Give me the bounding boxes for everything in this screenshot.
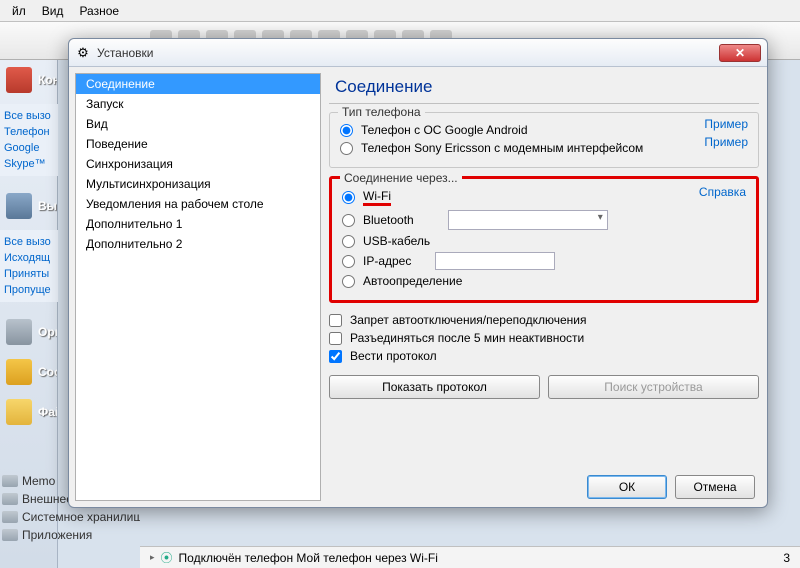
sidebar-item-label: Кон [38, 73, 57, 87]
menu-file[interactable]: йл [4, 4, 34, 18]
check-label: Вести протокол [350, 349, 437, 363]
folder-icon [6, 399, 32, 425]
link[interactable]: Skype™ [4, 156, 58, 172]
category-item[interactable]: Вид [76, 114, 320, 134]
link[interactable]: Все вызо [4, 234, 58, 250]
settings-dialog: ⚙ Установки ✕ Соединение Запуск Вид Пове… [68, 38, 768, 508]
menu-view[interactable]: Вид [34, 4, 72, 18]
panel-heading: Соединение [329, 73, 759, 104]
sidebar-item-label: Орг [38, 325, 57, 339]
drive-icon [2, 475, 18, 487]
radio-ip[interactable] [342, 255, 355, 268]
sidebar-item-files[interactable]: Фай [0, 392, 57, 432]
contacts-icon [6, 67, 32, 93]
close-icon: ✕ [735, 46, 745, 60]
category-item-connection[interactable]: Соединение [76, 74, 320, 94]
radio-label: IP-адрес [363, 254, 411, 268]
titlebar: ⚙ Установки ✕ [69, 39, 767, 67]
dialog-footer: ОК Отмена [587, 475, 755, 499]
organizer-icon [6, 319, 32, 345]
ip-input[interactable] [435, 252, 555, 270]
link[interactable]: Все вызо [4, 108, 58, 124]
radio-label: Телефон Sony Ericsson с модемным интерфе… [361, 141, 643, 155]
list-item[interactable]: Приложения [0, 526, 140, 544]
check-label: Запрет автоотключения/переподключения [350, 313, 586, 327]
category-item[interactable]: Синхронизация [76, 154, 320, 174]
list-item-label: Приложения [22, 528, 92, 542]
category-list[interactable]: Соединение Запуск Вид Поведение Синхрони… [75, 73, 321, 501]
category-item[interactable]: Мультисинхронизация [76, 174, 320, 194]
contact-links: Все вызо Телефон Google Skype™ [0, 104, 58, 176]
category-item[interactable]: Запуск [76, 94, 320, 114]
sidebar-item-contacts[interactable]: Кон [0, 60, 57, 100]
group-title: Тип телефона [338, 105, 425, 119]
link[interactable]: Телефон [4, 124, 58, 140]
radio-wifi[interactable] [342, 191, 355, 204]
drive-icon [2, 493, 18, 505]
check-disconnect-5min[interactable] [329, 332, 342, 345]
radio-bluetooth[interactable] [342, 214, 355, 227]
drive-icon [2, 529, 18, 541]
sidebar-item-label: Соо [38, 365, 57, 379]
radio-android[interactable] [340, 124, 353, 137]
check-log[interactable] [329, 350, 342, 363]
check-no-auto-disconnect[interactable] [329, 314, 342, 327]
example-link[interactable]: Пример [704, 117, 748, 131]
radio-label: Автоопределение [363, 274, 462, 288]
sidebar-item-label: Фай [38, 405, 57, 419]
example-link[interactable]: Пример [704, 135, 748, 149]
sidebar-item-calls[interactable]: Выз [0, 186, 57, 226]
connection-via-group: Соединение через... Справка Wi-Fi Blueto… [329, 176, 759, 303]
status-badge: 3 [783, 551, 790, 565]
radio-label: Телефон с ОС Google Android [361, 123, 528, 137]
settings-panel: Соединение Тип телефона Пример Пример Те… [321, 67, 767, 507]
search-device-button: Поиск устройства [548, 375, 759, 399]
ok-button[interactable]: ОК [587, 475, 667, 499]
category-item[interactable]: Уведомления на рабочем столе [76, 194, 320, 214]
wifi-icon: ⦿ [161, 549, 173, 566]
expand-icon[interactable]: ▸ [150, 552, 155, 563]
close-button[interactable]: ✕ [719, 44, 761, 62]
help-link[interactable]: Справка [699, 185, 746, 199]
radio-label: USB-кабель [363, 234, 430, 248]
radio-label-wifi: Wi-Fi [363, 189, 391, 206]
sidebar-item-organizer[interactable]: Орг [0, 312, 57, 352]
link[interactable]: Исходящ [4, 250, 58, 266]
category-item[interactable]: Поведение [76, 134, 320, 154]
sidebar-item-label: Выз [38, 199, 57, 213]
call-links: Все вызо Исходящ Приняты Пропуще [0, 230, 58, 302]
cancel-button[interactable]: Отмена [675, 475, 755, 499]
status-bar: ▸ ⦿ Подключён телефон Мой телефон через … [140, 546, 800, 568]
phone-icon [6, 193, 32, 219]
link[interactable]: Google [4, 140, 58, 156]
category-item[interactable]: Дополнительно 2 [76, 234, 320, 254]
radio-usb[interactable] [342, 235, 355, 248]
group-title: Соединение через... [340, 171, 462, 185]
dialog-title: Установки [97, 46, 719, 60]
mail-icon [6, 359, 32, 385]
radio-auto[interactable] [342, 275, 355, 288]
link[interactable]: Приняты [4, 266, 58, 282]
menubar: йл Вид Разное [0, 0, 800, 22]
radio-label: Bluetooth [363, 213, 414, 227]
settings-icon: ⚙ [75, 45, 91, 61]
radio-sony[interactable] [340, 142, 353, 155]
menu-misc[interactable]: Разное [71, 4, 127, 18]
link[interactable]: Пропуще [4, 282, 58, 298]
category-item[interactable]: Дополнительно 1 [76, 214, 320, 234]
phone-type-group: Тип телефона Пример Пример Телефон с ОС … [329, 112, 759, 168]
sidebar-item-messages[interactable]: Соо [0, 352, 57, 392]
list-item-label: Системное хранилище [22, 510, 140, 524]
drive-icon [2, 511, 18, 523]
list-item-label: Memo [22, 474, 55, 488]
list-item[interactable]: Системное хранилище [0, 508, 140, 526]
show-log-button[interactable]: Показать протокол [329, 375, 540, 399]
bluetooth-select[interactable] [448, 210, 608, 230]
check-label: Разъединяться после 5 мин неактивности [350, 331, 584, 345]
status-text: Подключён телефон Мой телефон через Wi-F… [179, 551, 438, 565]
